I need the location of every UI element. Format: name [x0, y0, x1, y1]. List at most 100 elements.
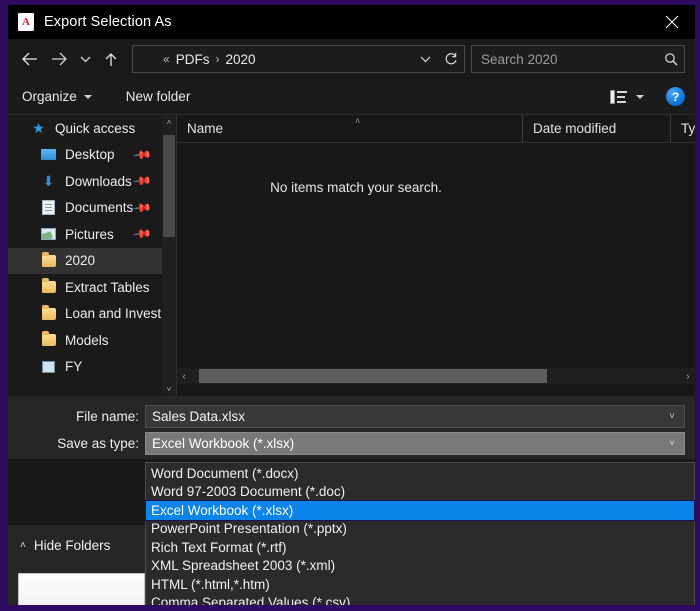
new-folder-button[interactable]: New folder	[126, 89, 191, 104]
sidebar-scrollbar[interactable]: ˄ ˅	[162, 115, 176, 396]
folder-icon	[40, 280, 57, 295]
sidebar-item-2020[interactable]: 2020	[8, 248, 162, 275]
column-header-label: Typ	[681, 121, 695, 136]
sidebar-item-label: Models	[65, 333, 109, 348]
column-header-type[interactable]: Typ	[670, 115, 695, 142]
sidebar-item-label: Downloads	[65, 174, 132, 189]
search-icon[interactable]	[658, 52, 684, 66]
documents-icon	[40, 200, 57, 215]
sidebar-item-fy[interactable]: FY	[8, 354, 162, 381]
screenshot-frame: A Export Selection As	[0, 0, 700, 611]
navigation-bar: « PDFs › 2020	[8, 39, 695, 79]
hide-folders-button[interactable]: ˄ Hide Folders	[8, 525, 145, 553]
sidebar-item-label: Desktop	[65, 147, 115, 162]
help-label: ?	[672, 90, 679, 104]
file-name-chevron-down-icon[interactable]: ˅	[660, 411, 684, 422]
sidebar-item-models[interactable]: Models	[8, 327, 162, 354]
sidebar-item-extract-tables[interactable]: Extract Tables	[8, 274, 162, 301]
breadcrumb-item-pdfs[interactable]: PDFs	[176, 52, 210, 67]
folder-icon	[40, 333, 57, 348]
dropdown-option-powerpoint-pptx[interactable]: PowerPoint Presentation (*.pptx)	[146, 520, 694, 539]
sidebar-item-label: Pictures	[65, 227, 114, 242]
column-header-date-modified[interactable]: Date modified	[522, 115, 670, 142]
save-as-type-chevron-down-icon[interactable]: ˅	[660, 438, 684, 449]
pin-icon[interactable]: 📌	[132, 198, 152, 218]
file-list-pane: Name ˄ Date modified Typ No items match …	[177, 115, 695, 396]
pin-icon[interactable]: 📌	[132, 171, 152, 191]
sidebar-item-label: Documents	[65, 200, 133, 215]
address-chevron-down-icon[interactable]	[412, 47, 438, 71]
pictures-icon	[40, 227, 57, 242]
sidebar-item-loan-and-investr[interactable]: Loan and Investr	[8, 301, 162, 328]
save-as-type-label: Save as type:	[8, 436, 145, 451]
scroll-right-icon[interactable]: ›	[681, 368, 695, 384]
empty-list-message: No items match your search.	[177, 180, 695, 195]
horizontal-scrollbar-track[interactable]	[191, 368, 681, 384]
navigation-pane: ★ Quick access Desktop 📌 ⬇ Downloads 📌	[8, 115, 176, 396]
download-icon: ⬇	[40, 174, 57, 189]
new-folder-label: New folder	[126, 89, 191, 104]
search-box[interactable]	[471, 45, 685, 73]
sidebar-item-label: Loan and Investr	[65, 306, 162, 321]
pin-icon[interactable]: 📌	[132, 224, 152, 244]
column-header-name[interactable]: Name ˄	[177, 115, 522, 142]
file-name-input[interactable]	[146, 408, 660, 425]
refresh-icon[interactable]	[438, 47, 464, 71]
help-button[interactable]: ?	[666, 87, 685, 106]
sidebar-item-label: 2020	[65, 253, 95, 268]
folder-icon	[40, 306, 57, 321]
file-list-horizontal-scrollbar[interactable]: ‹ ›	[177, 368, 695, 384]
pin-icon[interactable]: 📌	[132, 145, 152, 165]
scroll-up-icon[interactable]: ˄	[162, 115, 176, 129]
sort-ascending-icon: ˄	[355, 116, 360, 126]
pdf-icon-glyph: A	[22, 17, 30, 28]
folder-icon	[40, 253, 57, 268]
sidebar-item-downloads[interactable]: ⬇ Downloads 📌	[8, 168, 162, 195]
sidebar-item-pictures[interactable]: Pictures 📌	[8, 221, 162, 248]
scroll-down-icon[interactable]: ˅	[162, 382, 176, 396]
sidebar-scrollbar-thumb[interactable]	[163, 135, 175, 237]
dropdown-option-xml-spreadsheet-2003[interactable]: XML Spreadsheet 2003 (*.xml)	[146, 557, 694, 576]
star-icon: ★	[30, 121, 47, 136]
up-icon[interactable]	[96, 44, 126, 74]
scroll-left-icon[interactable]: ‹	[177, 368, 191, 384]
sidebar-item-label: Quick access	[55, 121, 135, 136]
change-view-button[interactable]	[610, 90, 644, 104]
sidebar-item-documents[interactable]: Documents 📌	[8, 195, 162, 222]
horizontal-scrollbar-thumb[interactable]	[199, 369, 547, 383]
title-bar: A Export Selection As	[8, 5, 695, 39]
file-name-label: File name:	[8, 409, 145, 424]
sidebar-item-quick-access[interactable]: ★ Quick access	[8, 115, 162, 142]
dropdown-option-html[interactable]: HTML (*.html,*.htm)	[146, 575, 694, 594]
file-name-combobox[interactable]: ˅	[145, 405, 685, 428]
column-header-row: Name ˄ Date modified Typ	[177, 115, 695, 143]
dropdown-option-word-97-2003-doc[interactable]: Word 97-2003 Document (*.doc)	[146, 483, 694, 502]
dropdown-option-excel-xlsx[interactable]: Excel Workbook (*.xlsx)	[146, 501, 694, 520]
save-as-type-dropdown-list[interactable]: Word Document (*.docx) Word 97-2003 Docu…	[145, 462, 695, 605]
save-form: File name: ˅ Save as type: Excel Workboo…	[8, 396, 695, 459]
breadcrumb-item-2020[interactable]: 2020	[225, 52, 255, 67]
sidebar-scrollbar-track[interactable]	[162, 129, 176, 382]
dropdown-option-rich-text-rtf[interactable]: Rich Text Format (*.rtf)	[146, 538, 694, 557]
column-header-label: Name	[187, 121, 223, 136]
footer-button-strip[interactable]	[18, 573, 145, 605]
breadcrumb-prefix: «	[163, 52, 170, 66]
dropdown-option-csv[interactable]: Comma Separated Values (*.csv)	[146, 594, 694, 606]
dropdown-option-word-docx[interactable]: Word Document (*.docx)	[146, 464, 694, 483]
breadcrumb: « PDFs › 2020	[163, 52, 412, 67]
address-bar[interactable]: « PDFs › 2020	[132, 45, 465, 73]
hide-folders-label: Hide Folders	[34, 538, 111, 553]
save-as-type-combobox[interactable]: Excel Workbook (*.xlsx) ˅	[145, 432, 685, 455]
recent-locations-chevron-down-icon[interactable]	[74, 44, 96, 74]
close-icon[interactable]	[649, 5, 695, 39]
sidebar-item-label: Extract Tables	[65, 280, 150, 295]
organize-button[interactable]: Organize	[22, 89, 92, 104]
breadcrumb-separator: ›	[215, 52, 219, 66]
save-as-type-value: Excel Workbook (*.xlsx)	[146, 436, 660, 451]
forward-icon[interactable]	[44, 44, 74, 74]
search-input[interactable]	[472, 52, 658, 67]
back-icon[interactable]	[14, 44, 44, 74]
view-chevron-down-icon[interactable]	[636, 95, 644, 99]
sidebar-item-desktop[interactable]: Desktop 📌	[8, 142, 162, 169]
chevron-down-icon	[84, 95, 92, 99]
